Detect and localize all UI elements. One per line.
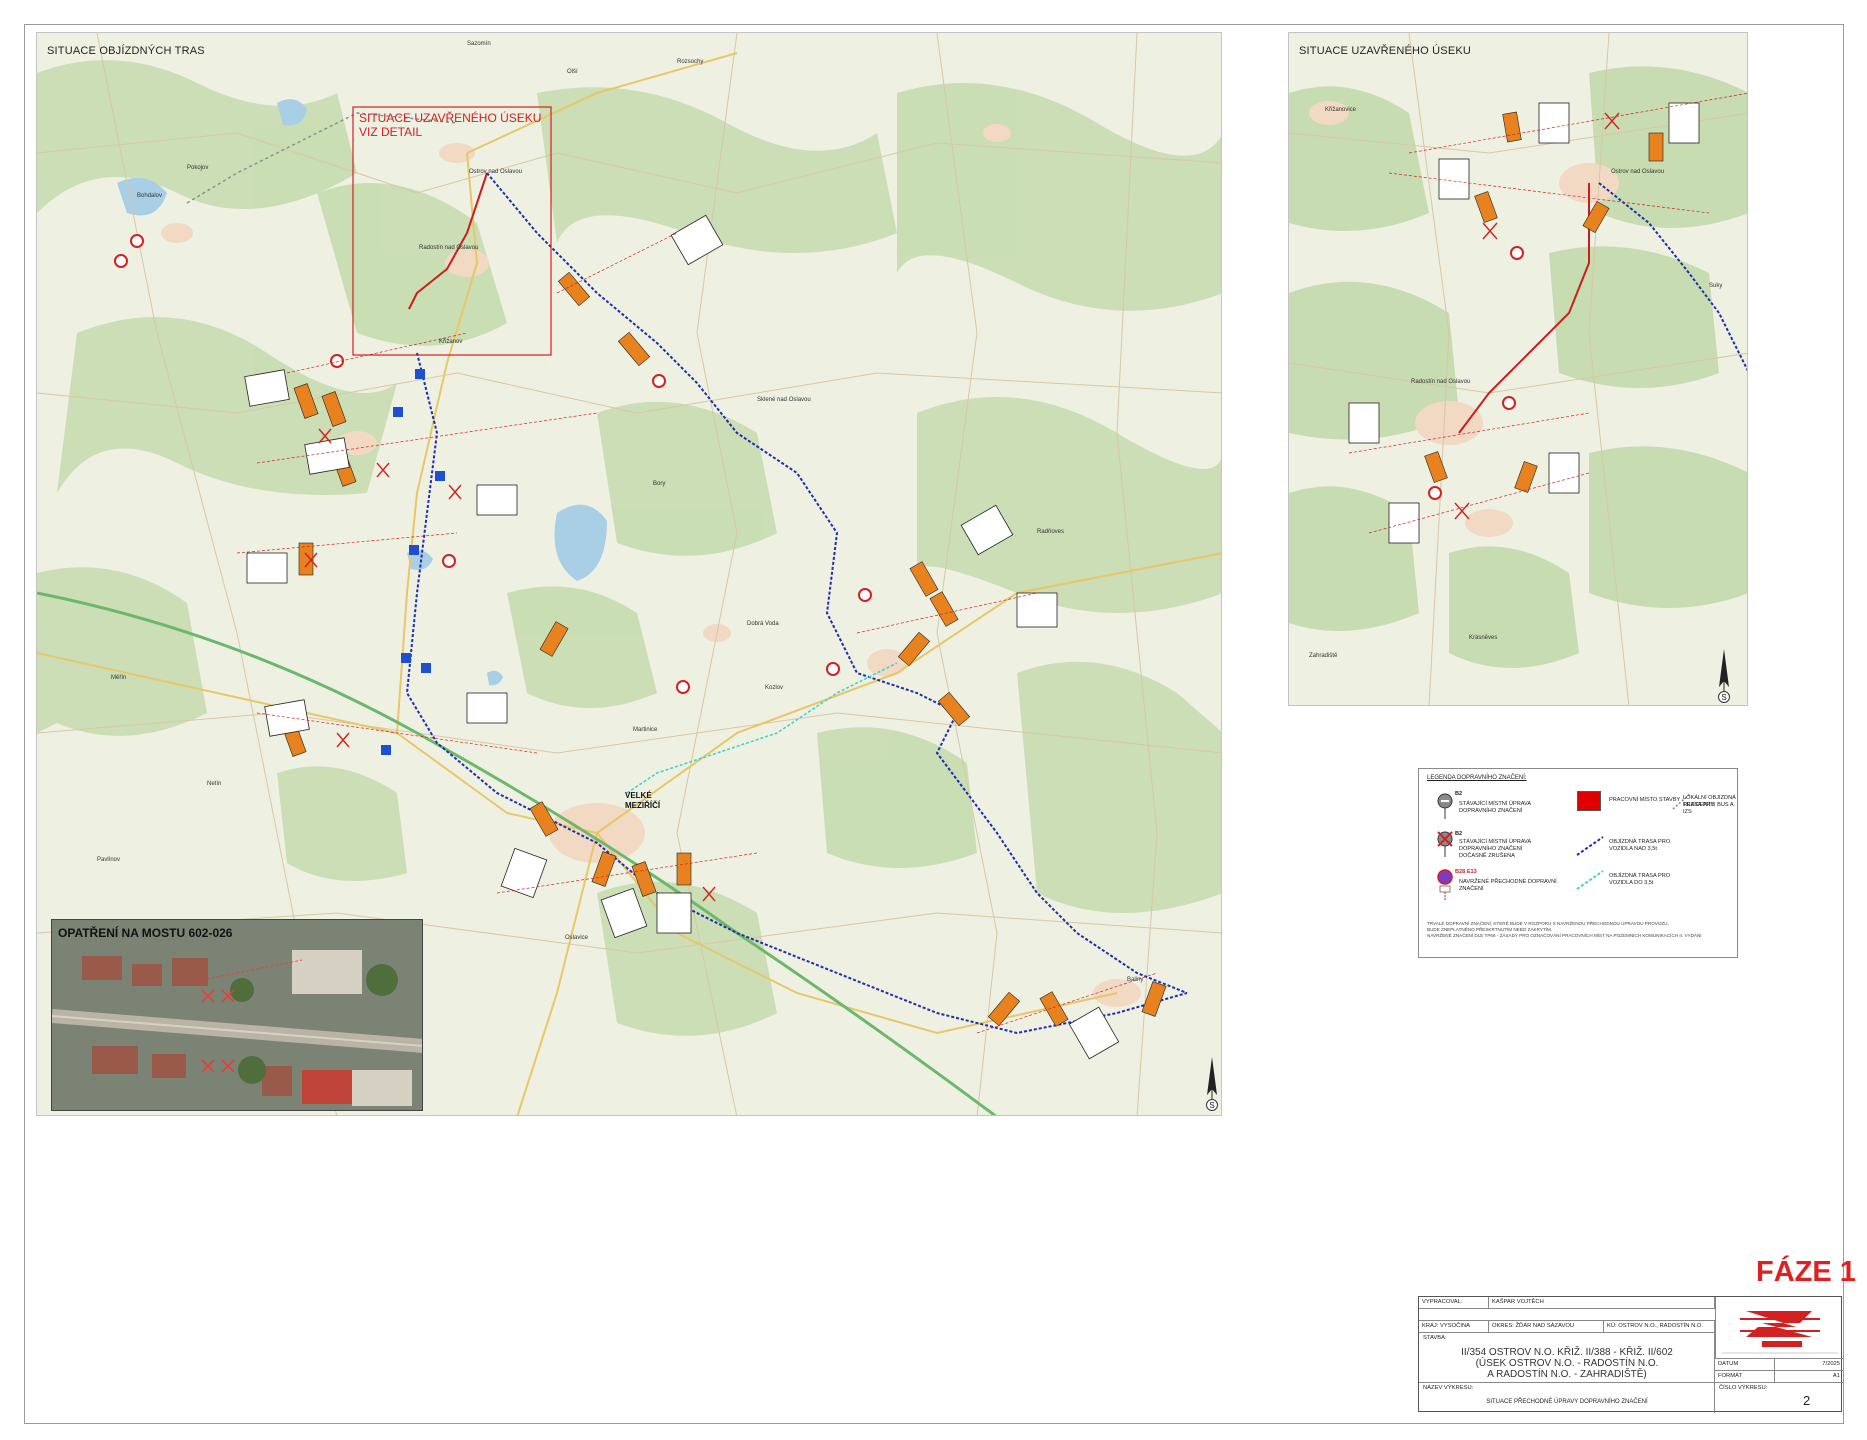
tb-cislo-label: ČÍSLO VÝKRESU: [1719, 1385, 1768, 1391]
tb-vypracoval-label: VYPRACOVAL: [1419, 1297, 1489, 1309]
detail-map-title: SITUACE UZAVŘENÉHO ÚSEKU [1299, 45, 1472, 57]
tb-datum-value: 7/2025 [1775, 1359, 1843, 1371]
place-label: Radostín nad Oslavou [419, 245, 479, 251]
legend-work-site: PRACOVNÍ MÍSTO STAVBY [1609, 797, 1681, 803]
north-arrow-icon: S [1197, 1055, 1221, 1111]
place-label: Baliny [1127, 977, 1144, 983]
legend-text: STÁVAJÍCÍ MÍSTNÍ ÚPRAVA [1459, 839, 1532, 845]
town-label-line1: VELKÉ [625, 791, 652, 800]
tb-cislo-value: 2 [1803, 1393, 1811, 1408]
place-label: Ostrov nad Oslavou [469, 169, 523, 175]
tb-nazev-label: NÁZEV VÝKRESU: [1423, 1385, 1474, 1391]
place-label: Pavlínov [97, 857, 121, 863]
title-block: VYPRACOVAL: KAŠPAR VOJTĚCH KRAJ: VYSOČIN… [1418, 1296, 1843, 1413]
light-detour-icon [1575, 869, 1605, 893]
legend-text: DOPRAVNÍHO ZNAČENÍ [1459, 846, 1523, 852]
legend-heavy-detour: OBJÍZDNÁ TRASA PRO [1609, 839, 1671, 845]
tb-nazev-value: SITUACE PŘECHODNÉ ÚPRAVY DOPRAVNÍHO ZNAČ… [1486, 1399, 1648, 1405]
tb-okres: OKRES: ŽĎÁR NAD SÁZAVOU [1489, 1321, 1604, 1333]
tb-spacer [1419, 1309, 1715, 1321]
proposed-sign-icon [1437, 869, 1457, 905]
place-label: Kozlov [765, 685, 784, 691]
legend-code: B28 E13 [1455, 869, 1477, 875]
legend-note: NAVRŽENÉ ZNAČENÍ DLE TP66 - ZÁSADY PRO O… [1427, 933, 1702, 938]
legend-text: DOPRAVNÍHO ZNAČENÍ [1459, 808, 1523, 814]
place-label: Martinice [633, 727, 658, 733]
place-label: Bory [653, 481, 666, 487]
existing-sign-icon [1437, 793, 1457, 823]
aerial-photo [52, 920, 422, 1110]
closed-section-callout-line2: VIZ DETAIL [359, 125, 423, 139]
tb-kraj: KRAJ: VYSOČINA [1419, 1321, 1489, 1333]
north-arrow-label: S [1718, 691, 1730, 703]
town-label-line2: MEZIŘÍČÍ [625, 801, 661, 810]
tb-stavba-line3: A RADOSTÍN N.O. - ZAHRADIŠTĚ) [1487, 1369, 1647, 1380]
place-label: Sklené nad Oslavou [757, 397, 811, 403]
inset-title: OPATŘENÍ NA MOSTU 602-026 [58, 926, 233, 940]
legend-local-detour: REZIDENTY, BUS A IZS [1683, 802, 1734, 815]
cancelled-sign-icon [1437, 831, 1457, 861]
place-label: Netín [207, 781, 222, 787]
legend-text: NAVRŽENÉ PŘECHODNÉ DOPRAVNÍ [1459, 879, 1557, 885]
legend: LEGENDA DOPRAVNÍHO ZNAČENÍ: B2 STÁVAJÍCÍ… [1418, 768, 1738, 958]
legend-text: ZNAČENÍ [1459, 886, 1484, 892]
detail-map-background [1289, 33, 1747, 705]
legend-heavy-detour: VOZIDLA NAD 3,5t [1609, 846, 1657, 852]
north-arrow-icon: S [1709, 647, 1739, 703]
tb-vypracoval-value: KAŠPAR VOJTĚCH [1489, 1297, 1715, 1309]
place-label: Oslavice [565, 935, 589, 941]
tb-stavba-line1: II/354 OSTROV N.O. KŘIŽ. II/388 - KŘIŽ. … [1461, 1347, 1673, 1358]
place-label: Zahradiště [1309, 653, 1338, 659]
place-label: Dobrá Voda [747, 621, 779, 627]
tb-format-value: A1 [1775, 1371, 1843, 1383]
place-label: Křižanov [439, 339, 463, 345]
place-label: Pokojov [187, 165, 209, 171]
work-site-icon [1577, 791, 1601, 811]
closed-section-detail-map[interactable]: SITUACE UZAVŘENÉHO ÚSEKU Ostrov nad Osla… [1288, 32, 1748, 706]
tb-stavba-line2: (ÚSEK OSTROV N.O. - RADOSTÍN N.O. [1475, 1358, 1659, 1369]
place-label: Sazomín [467, 41, 491, 47]
closed-section-callout-line1: SITUACE UZAVŘENÉHO ÚSEKU [359, 111, 542, 125]
north-arrow-label: S [1206, 1099, 1218, 1111]
legend-code: B2 [1455, 831, 1463, 837]
company-logo [1715, 1297, 1843, 1359]
place-label: Suky [1709, 283, 1723, 289]
legend-text: DOČASNĚ ZRUŠENA [1459, 853, 1515, 859]
place-label: Bohdalov [137, 193, 163, 199]
heavy-detour-icon [1575, 835, 1605, 859]
legend-light-detour: VOZIDLA DO 3,5t [1609, 880, 1654, 886]
place-label: Křižanovice [1325, 107, 1357, 113]
tb-stavba-label: STAVBA: [1423, 1335, 1447, 1341]
place-label: Měřín [111, 675, 127, 681]
legend-code: B2 [1455, 791, 1463, 797]
main-map-title: SITUACE OBJÍZDNÝCH TRAS [47, 45, 205, 57]
place-label: Olší [567, 69, 578, 75]
place-label: Ostrov nad Oslavou [1611, 169, 1665, 175]
place-label: Radostín nad Oslavou [1411, 379, 1471, 385]
bridge-detail-inset[interactable]: OPATŘENÍ NA MOSTU 602-026 [51, 919, 423, 1111]
place-label: Rozsochy [677, 59, 704, 65]
tb-ku: KÚ: OSTROV N.O., RADOSTÍN N.O. [1604, 1321, 1715, 1333]
place-label: Krásněves [1469, 635, 1498, 641]
detour-routes-map[interactable]: SITUACE OBJÍZDNÝCH TRAS SITUACE UZAVŘENÉ… [36, 32, 1222, 1116]
legend-title: LEGENDA DOPRAVNÍHO ZNAČENÍ: [1427, 775, 1527, 781]
place-label: Radňoves [1037, 529, 1065, 535]
tb-format-label: FORMÁT [1715, 1371, 1775, 1383]
phase-label: FÁZE 1 [1756, 1256, 1856, 1288]
legend-light-detour: OBJÍZDNÁ TRASA PRO [1609, 873, 1671, 879]
tb-datum-label: DATUM [1715, 1359, 1775, 1371]
legend-text: STÁVAJÍCÍ MÍSTNÍ ÚPRAVA [1459, 801, 1532, 807]
